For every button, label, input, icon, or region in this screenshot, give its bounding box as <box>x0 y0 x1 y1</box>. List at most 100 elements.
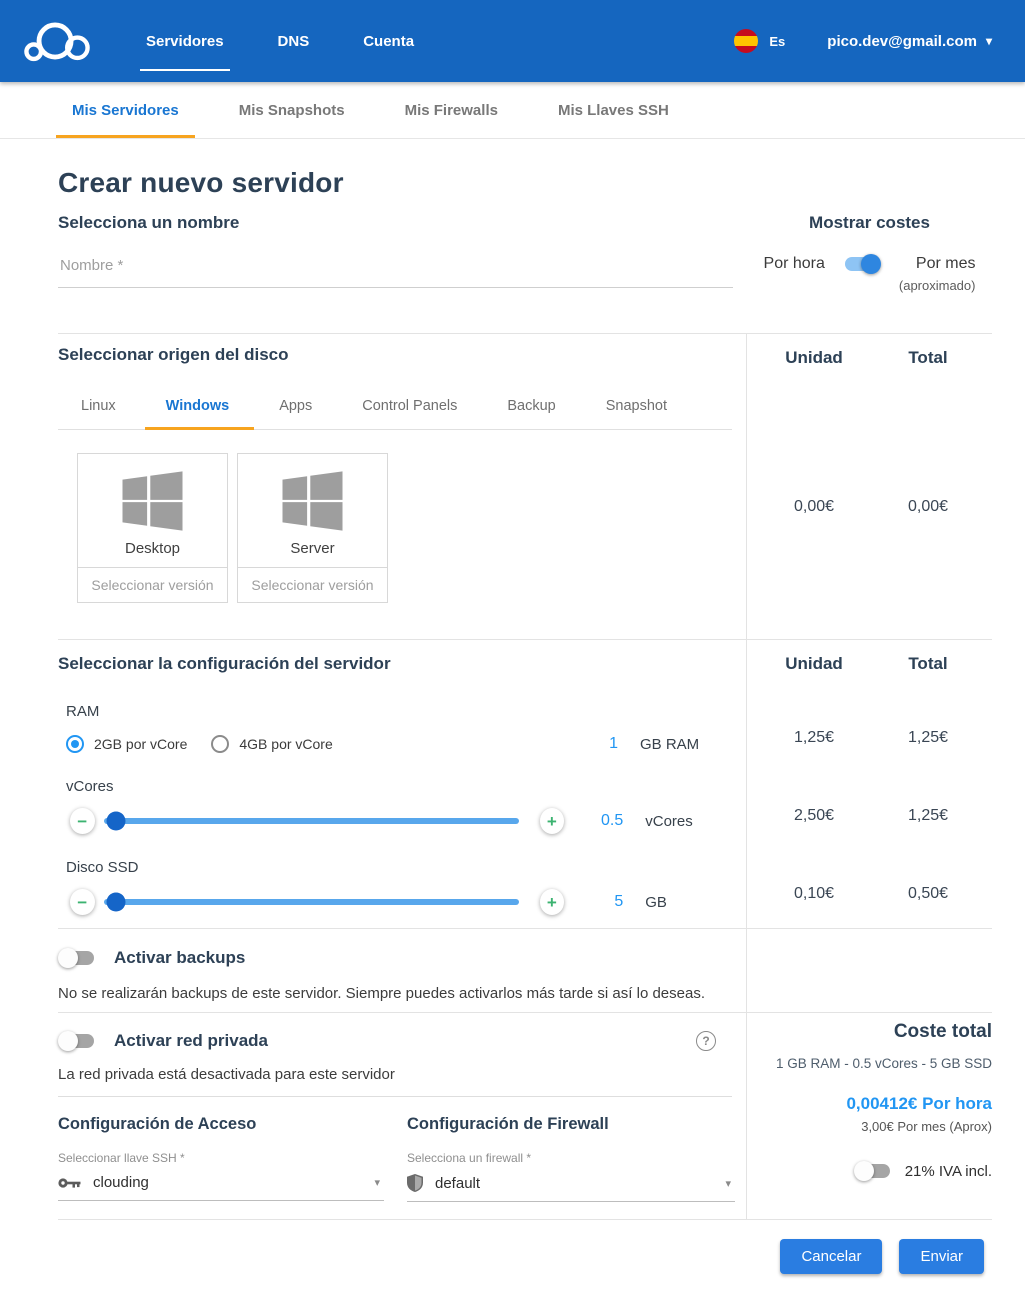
cost-table-header: Unidad Total <box>747 654 992 674</box>
disk-tab-windows[interactable]: Windows <box>166 385 230 429</box>
page-title: Crear nuevo servidor <box>58 167 992 199</box>
ssd-cost-total: 0,50€ <box>871 885 985 903</box>
desktop-version-select[interactable]: Seleccionar versión <box>78 567 227 602</box>
os-card-server[interactable]: Server Seleccionar versión <box>237 453 388 603</box>
disk-value: 5 <box>576 893 623 911</box>
show-costs-heading: Mostrar costes <box>747 213 992 233</box>
ram-option-4gb[interactable]: 4GB por vCore <box>211 735 332 753</box>
vat-label: 21% IVA incl. <box>905 1163 992 1180</box>
disk-slider-thumb[interactable] <box>106 893 125 912</box>
total-cost-panel: Coste total 1 GB RAM - 0.5 vCores - 5 GB… <box>747 1013 992 1219</box>
name-heading: Selecciona un nombre <box>58 213 733 233</box>
disk-origin-section: Seleccionar origen del disco Linux Windo… <box>58 333 992 639</box>
disk-origin-tabs: Linux Windows Apps Control Panels Backup… <box>58 385 732 430</box>
costs-period-toggle[interactable] <box>843 254 881 274</box>
disk-slider[interactable] <box>104 899 519 905</box>
network-access-section: Activar red privada ? La red privada est… <box>58 1012 992 1219</box>
unidad-header: Unidad <box>757 348 871 368</box>
name-section: Selecciona un nombre Mostrar costes Por … <box>58 213 992 333</box>
language-selector[interactable]: Es <box>734 29 785 53</box>
ram-unit: GB RAM <box>640 736 732 753</box>
ram-option-2gb[interactable]: 2GB por vCore <box>66 735 187 753</box>
config-heading: Seleccionar la configuración del servido… <box>58 654 732 674</box>
main-nav: Servidores DNS Cuenta <box>140 0 420 82</box>
tab-mis-firewalls[interactable]: Mis Firewalls <box>389 82 514 138</box>
vcores-slider[interactable] <box>104 818 519 824</box>
tab-mis-snapshots[interactable]: Mis Snapshots <box>223 82 361 138</box>
disk-tab-control-panels[interactable]: Control Panels <box>362 385 457 429</box>
cancel-button[interactable]: Cancelar <box>780 1239 882 1274</box>
cloud-circles-icon <box>24 19 90 63</box>
ssd-cost-row: 0,10€ 0,50€ <box>747 885 992 903</box>
version-select-label: Seleccionar versión <box>91 577 213 593</box>
disk-tab-backup[interactable]: Backup <box>507 385 555 429</box>
access-config-heading: Configuración de Acceso <box>58 1115 407 1134</box>
disk-tab-label: Snapshot <box>606 398 667 414</box>
disk-tab-apps[interactable]: Apps <box>279 385 312 429</box>
total-cost-summary: 1 GB RAM - 0.5 vCores - 5 GB SSD <box>747 1056 992 1071</box>
vcores-slider-thumb[interactable] <box>106 812 125 831</box>
nav-item-dns[interactable]: DNS <box>272 0 316 82</box>
tab-mis-servidores[interactable]: Mis Servidores <box>56 82 195 138</box>
vcores-decrease-button[interactable]: − <box>70 808 95 834</box>
private-network-toggle[interactable] <box>58 1031 96 1051</box>
disk-tab-label: Apps <box>279 398 312 414</box>
spain-flag-icon <box>734 29 758 53</box>
tab-mis-llaves-ssh[interactable]: Mis Llaves SSH <box>542 82 685 138</box>
server-config-section: Seleccionar la configuración del servido… <box>58 639 992 928</box>
total-cost-monthly: 3,00€ Por mes (Aprox) <box>747 1119 992 1134</box>
chevron-down-icon: ▾ <box>374 1176 384 1189</box>
help-icon[interactable]: ? <box>696 1031 716 1051</box>
ram-cost-total: 1,25€ <box>871 729 985 747</box>
radio-selected-icon <box>66 735 84 753</box>
radio-label: 2GB por vCore <box>94 736 187 752</box>
total-cost-heading: Coste total <box>747 1021 992 1043</box>
disk-tab-snapshot[interactable]: Snapshot <box>606 385 667 429</box>
toggle-knob <box>58 948 78 968</box>
tab-label: Mis Llaves SSH <box>558 102 669 119</box>
radio-label: 4GB por vCore <box>239 736 332 752</box>
firewall-config-heading: Configuración de Firewall <box>407 1115 735 1134</box>
submit-button[interactable]: Enviar <box>899 1239 984 1274</box>
disk-increase-button[interactable]: + <box>540 889 565 915</box>
ssh-key-select[interactable]: clouding ▾ <box>58 1174 384 1201</box>
nav-item-servidores[interactable]: Servidores <box>140 0 230 82</box>
form-actions: Cancelar Enviar <box>58 1219 992 1292</box>
os-card-desktop[interactable]: Desktop Seleccionar versión <box>77 453 228 603</box>
vcores-value: 0.5 <box>576 812 623 830</box>
disk-tab-label: Windows <box>166 398 230 414</box>
toggle-knob <box>854 1161 874 1181</box>
tab-label: Mis Snapshots <box>239 102 345 119</box>
disk-tab-label: Linux <box>81 398 116 414</box>
os-card-title: Desktop <box>125 540 180 557</box>
disk-slider-row: − + 5 GB <box>58 889 732 915</box>
disk-tab-linux[interactable]: Linux <box>81 385 116 429</box>
disk-origin-heading: Seleccionar origen del disco <box>58 345 732 365</box>
disk-cost-total: 0,00€ <box>871 498 985 516</box>
per-month-label: Por mes <box>916 254 976 273</box>
disk-decrease-button[interactable]: − <box>70 889 95 915</box>
server-version-select[interactable]: Seleccionar versión <box>238 567 387 602</box>
private-network-toggle-label: Activar red privada <box>114 1031 268 1051</box>
ram-cost-row: 1,25€ 1,25€ <box>747 729 992 747</box>
disk-unit: GB <box>645 894 732 911</box>
vcores-increase-button[interactable]: + <box>540 808 565 834</box>
section-tabbar: Mis Servidores Mis Snapshots Mis Firewal… <box>0 82 1025 139</box>
nav-item-label: Cuenta <box>363 33 414 50</box>
language-label: Es <box>769 34 785 49</box>
vcores-cost-unidad: 2,50€ <box>757 807 871 825</box>
backups-toggle-label: Activar backups <box>114 948 245 968</box>
vcores-slider-row: − + 0.5 vCores <box>58 808 732 834</box>
account-menu[interactable]: pico.dev@gmail.com ▾ <box>827 33 992 50</box>
vat-toggle[interactable] <box>854 1161 892 1181</box>
toggle-knob <box>58 1031 78 1051</box>
backups-toggle[interactable] <box>58 948 96 968</box>
clouding-logo[interactable] <box>24 19 90 63</box>
approx-note: (aproximado) <box>899 278 976 293</box>
firewall-select[interactable]: default ▾ <box>407 1174 735 1202</box>
nav-item-cuenta[interactable]: Cuenta <box>357 0 420 82</box>
server-name-input[interactable] <box>58 257 733 288</box>
total-header: Total <box>871 348 985 368</box>
unidad-header: Unidad <box>757 654 871 674</box>
disk-tab-label: Backup <box>507 398 555 414</box>
